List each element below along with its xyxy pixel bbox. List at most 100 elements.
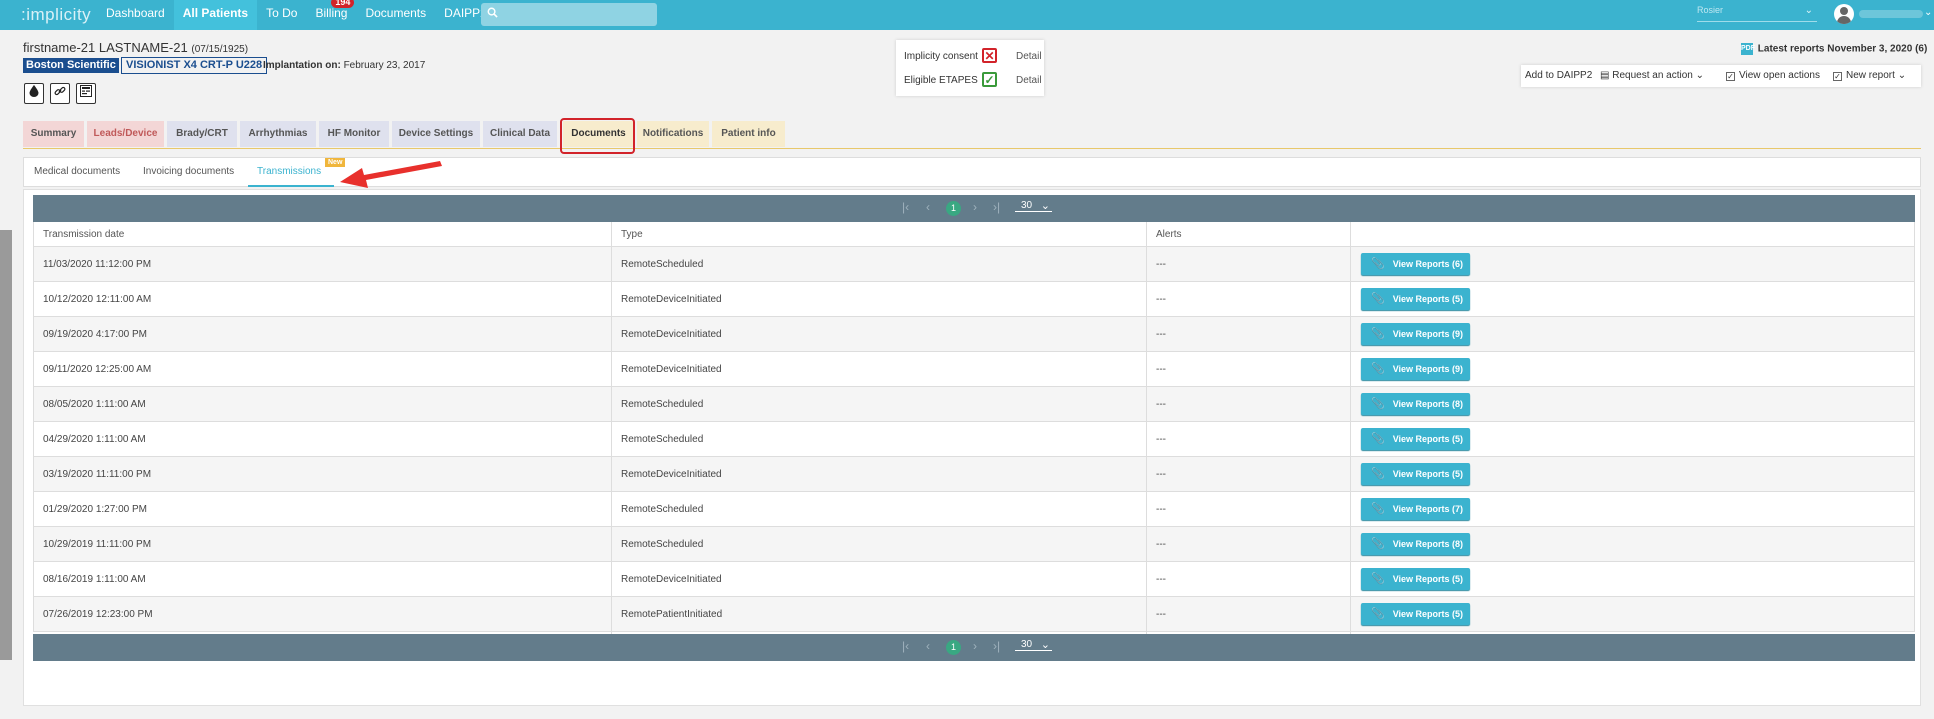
- view-reports-button[interactable]: 📎 View Reports (5): [1361, 568, 1470, 590]
- type-cell: RemotePatientInitiated: [621, 609, 723, 620]
- view-reports-button[interactable]: 📎 View Reports (9): [1361, 323, 1470, 345]
- main-nav: Dashboard All Patients To Do Billing 194…: [97, 0, 496, 30]
- tab-clinical-data[interactable]: Clinical Data: [483, 121, 557, 147]
- nav-all-patients[interactable]: All Patients: [173, 0, 258, 30]
- patient-full-name: firstname-21 LASTNAME-21: [23, 40, 188, 55]
- view-reports-label: View Reports (7): [1392, 504, 1464, 514]
- link-icon[interactable]: [50, 83, 70, 104]
- column-divider: [1350, 222, 1351, 634]
- request-action-dropdown[interactable]: ▤ Request an action ⌄: [1600, 70, 1704, 81]
- type-cell: RemoteDeviceInitiated: [621, 329, 722, 340]
- new-report-dropdown[interactable]: ✓ New report ⌄: [1833, 70, 1906, 81]
- implicity-consent-row: Implicity consent ✕ Detail: [904, 48, 1042, 63]
- prev-page-icon[interactable]: ‹: [926, 639, 930, 653]
- nav-billing[interactable]: Billing 194: [306, 0, 356, 30]
- view-reports-button[interactable]: 📎 View Reports (5): [1361, 288, 1470, 310]
- view-open-actions-toggle[interactable]: ✓ View open actions: [1726, 70, 1820, 81]
- transmission-date-cell: 10/12/2020 12:11:00 AM: [43, 294, 152, 305]
- table-row: 08/05/2020 1:11:00 AM RemoteScheduled --- 📎…: [33, 387, 1915, 422]
- view-reports-button[interactable]: 📎 View Reports (8): [1361, 393, 1470, 415]
- patient-dob: (07/15/1925): [191, 44, 249, 55]
- view-reports-button[interactable]: 📎 View Reports (9): [1361, 358, 1470, 380]
- user-name-blurred[interactable]: [1859, 10, 1923, 18]
- column-alerts[interactable]: Alerts: [1156, 229, 1182, 240]
- chevron-down-icon: ⌄: [1040, 639, 1050, 651]
- current-page[interactable]: 1: [946, 201, 961, 216]
- view-reports-label: View Reports (6): [1392, 259, 1464, 269]
- eligible-etapes-row: Eligible ETAPES ✓ Detail: [904, 72, 1042, 87]
- tab-patient-info[interactable]: Patient info: [712, 121, 785, 147]
- search-icon: [487, 7, 498, 21]
- transmission-date-cell: 09/11/2020 12:25:00 AM: [43, 364, 152, 375]
- subtab-medical-documents[interactable]: Medical documents: [34, 166, 120, 177]
- search-input[interactable]: [503, 5, 651, 24]
- subtab-transmissions[interactable]: Transmissions: [257, 166, 321, 177]
- paperclip-icon: 📎: [1371, 573, 1385, 585]
- view-reports-button[interactable]: 📎 View Reports (8): [1361, 533, 1470, 555]
- first-page-icon[interactable]: |‹: [902, 200, 909, 214]
- type-cell: RemoteDeviceInitiated: [621, 364, 722, 375]
- nav-documents[interactable]: Documents: [356, 0, 435, 30]
- alerts-cell: ---: [1156, 364, 1166, 375]
- prev-page-icon[interactable]: ‹: [926, 200, 930, 214]
- patient-name: firstname-21 LASTNAME-21 (07/15/1925): [23, 40, 248, 55]
- view-reports-label: View Reports (8): [1392, 399, 1464, 409]
- view-reports-button[interactable]: 📎 View Reports (7): [1361, 498, 1470, 520]
- tab-leads-device[interactable]: Leads/Device: [87, 121, 164, 147]
- subtab-invoicing-documents[interactable]: Invoicing documents: [143, 166, 234, 177]
- type-cell: RemoteScheduled: [621, 539, 704, 550]
- next-page-icon[interactable]: ›: [973, 639, 977, 653]
- column-type[interactable]: Type: [621, 229, 643, 240]
- alerts-cell: ---: [1156, 399, 1166, 410]
- transmission-date-cell: 07/26/2019 12:23:00 PM: [43, 609, 153, 620]
- paperclip-icon: 📎: [1371, 538, 1385, 550]
- user-avatar[interactable]: [1834, 4, 1854, 24]
- window-edge: [0, 230, 12, 660]
- column-transmission-date[interactable]: Transmission date: [43, 229, 124, 240]
- transmission-date-cell: 03/19/2020 11:11:00 PM: [43, 469, 152, 480]
- latest-reports-link[interactable]: PDF Latest reports November 3, 2020 (6): [1741, 43, 1927, 55]
- page-size-select[interactable]: 30 ⌄: [1015, 639, 1052, 651]
- app-logo[interactable]: :implicity: [21, 5, 91, 25]
- alerts-cell: ---: [1156, 259, 1166, 270]
- billing-count-badge: 194: [331, 0, 355, 8]
- tab-device-settings[interactable]: Device Settings: [392, 121, 480, 147]
- tab-summary[interactable]: Summary: [23, 121, 84, 147]
- last-page-icon[interactable]: ›|: [993, 639, 1000, 653]
- first-page-icon[interactable]: |‹: [902, 639, 909, 653]
- center-select[interactable]: Rosier ⌄: [1697, 5, 1817, 22]
- chevron-down-icon[interactable]: ⌄: [1924, 7, 1932, 18]
- form-icon[interactable]: [76, 83, 96, 104]
- table-row: 07/26/2019 12:23:00 PM RemotePatientIniti…: [33, 597, 1915, 632]
- nav-dashboard[interactable]: Dashboard: [97, 0, 174, 30]
- next-page-icon[interactable]: ›: [973, 200, 977, 214]
- eligible-etapes-detail-link[interactable]: Detail: [1016, 75, 1042, 86]
- type-cell: RemoteScheduled: [621, 259, 704, 270]
- page-size-select[interactable]: 30 ⌄: [1015, 200, 1052, 212]
- tab-arrhythmias[interactable]: Arrhythmias: [240, 121, 316, 147]
- tab-notifications[interactable]: Notifications: [637, 121, 709, 147]
- view-reports-button[interactable]: 📎 View Reports (5): [1361, 463, 1470, 485]
- paperclip-icon: 📎: [1371, 363, 1385, 375]
- nav-to-do[interactable]: To Do: [257, 0, 306, 30]
- consent-panel: Implicity consent ✕ Detail Eligible ETAP…: [896, 40, 1044, 96]
- view-reports-button[interactable]: 📎 View Reports (5): [1361, 603, 1470, 625]
- device-brand-badge: Boston Scientific: [23, 58, 119, 73]
- view-reports-button[interactable]: 📎 View Reports (6): [1361, 253, 1470, 275]
- last-page-icon[interactable]: ›|: [993, 200, 1000, 214]
- implantation-label: Implantation on:: [263, 60, 341, 71]
- paperclip-icon: 📎: [1371, 328, 1385, 340]
- table-header: Transmission date Type Alerts: [33, 222, 1915, 247]
- add-to-daipp2-button[interactable]: Add to DAIPP2: [1525, 70, 1592, 81]
- drop-icon[interactable]: [24, 83, 44, 104]
- alerts-cell: ---: [1156, 574, 1166, 585]
- current-page[interactable]: 1: [946, 640, 961, 655]
- tab-hf-monitor[interactable]: HF Monitor: [319, 121, 389, 147]
- alerts-cell: ---: [1156, 469, 1166, 480]
- paperclip-icon: 📎: [1371, 608, 1385, 620]
- view-reports-button[interactable]: 📎 View Reports (5): [1361, 428, 1470, 450]
- paperclip-icon: 📎: [1371, 293, 1385, 305]
- implicity-consent-detail-link[interactable]: Detail: [1016, 51, 1042, 62]
- tab-brady-crt[interactable]: Brady/CRT: [167, 121, 237, 147]
- paperclip-icon: 📎: [1371, 433, 1385, 445]
